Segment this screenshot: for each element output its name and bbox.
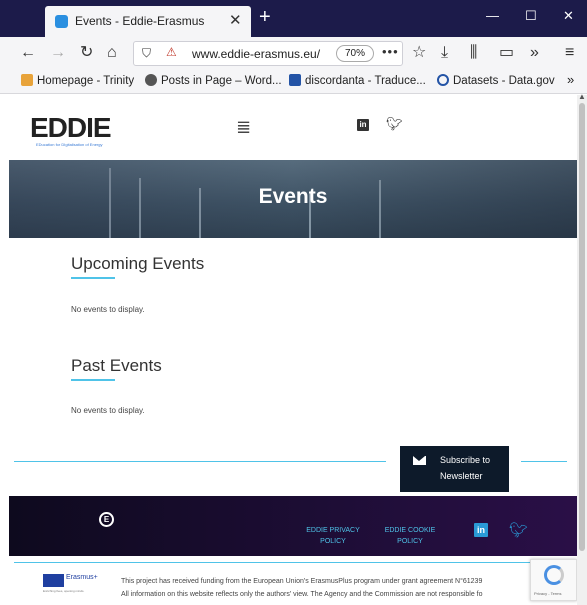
bookmark-label: Datasets - Data.gov	[453, 75, 555, 87]
upcoming-empty-text: No events to display.	[71, 305, 145, 314]
scroll-up-icon[interactable]: ▲	[578, 92, 586, 101]
browser-tab[interactable]: Events - Eddie-Erasmus ✕	[45, 6, 251, 37]
new-tab-icon[interactable]: +	[259, 5, 271, 29]
url-text[interactable]: www.eddie-erasmus.eu/	[192, 47, 320, 61]
datagov-icon	[437, 74, 449, 86]
erasmus-label: Erasmus+	[66, 574, 98, 581]
minimize-icon[interactable]: —	[486, 8, 499, 23]
sidebar-icon[interactable]: ▭	[499, 43, 514, 63]
past-underline	[71, 379, 115, 381]
maximize-icon[interactable]: ☐	[525, 8, 537, 24]
funding-divider	[14, 562, 534, 563]
hero-banner: Events	[9, 160, 577, 238]
shield-icon[interactable]: ⛉	[142, 46, 151, 61]
linkedin-icon[interactable]: in	[357, 119, 369, 131]
trinity-icon	[21, 74, 33, 86]
page-actions-icon[interactable]: •••	[382, 44, 399, 59]
cookie-link-line1: EDDIE COOKIE	[384, 527, 436, 534]
scroll-thumb[interactable]	[579, 103, 585, 551]
footer-linkedin-icon[interactable]: in	[474, 523, 488, 537]
hamburger-menu-icon[interactable]: ≣	[236, 117, 251, 138]
bookmark-datagov[interactable]: Datasets - Data.gov	[437, 74, 555, 87]
divider-line	[14, 461, 386, 462]
funding-text-line2: All information on this website reflects…	[121, 591, 483, 598]
cookie-policy-link[interactable]: EDDIE COOKIE POLICY	[377, 525, 443, 547]
translate-icon	[289, 74, 301, 86]
eddie-logo[interactable]: EDDIE EDucation for DIgitalisation of En…	[30, 112, 175, 148]
forward-icon[interactable]: →	[50, 43, 66, 63]
bookmark-label: discordanta - Traduce...	[305, 75, 426, 87]
bookmark-trinity[interactable]: Homepage - Trinity	[21, 74, 134, 87]
logo-text: EDDIE	[30, 112, 112, 143]
page-scrollbar[interactable]: ▲	[577, 92, 587, 605]
back-icon[interactable]: ←	[20, 43, 36, 63]
funding-notice: Erasmus+ Enriching lives, opening minds.…	[9, 559, 577, 605]
funding-text-line1: This project has received funding from t…	[121, 578, 483, 585]
subscribe-label-line2: Newsletter	[440, 471, 483, 481]
wordpress-icon	[145, 74, 157, 86]
eddie-footer-logo-icon[interactable]: E	[99, 512, 114, 527]
insecure-lock-icon[interactable]: ⚠	[166, 45, 177, 59]
past-events-title: Past Events	[71, 356, 162, 375]
divider-line	[521, 461, 567, 462]
zoom-badge[interactable]: 70%	[336, 45, 374, 62]
past-empty-text: No events to display.	[71, 406, 145, 415]
logo-subtitle: EDucation for DIgitalisation of Energy	[36, 142, 103, 147]
library-icon[interactable]: ⫼	[470, 43, 477, 63]
bookmark-label: Homepage - Trinity	[37, 75, 135, 87]
page-viewport: EDDIE EDucation for DIgitalisation of En…	[0, 95, 577, 605]
tab-title: Events - Eddie-Erasmus	[75, 14, 205, 28]
site-header: EDDIE EDucation for DIgitalisation of En…	[0, 95, 577, 157]
bookmark-star-icon[interactable]: ☆	[412, 43, 426, 63]
twitter-icon[interactable]: 🐦︎	[386, 116, 403, 132]
footer-twitter-icon[interactable]: 🐦︎	[509, 521, 528, 539]
menu-icon[interactable]: ≡	[565, 43, 574, 63]
privacy-policy-link[interactable]: EDDIE PRIVACY POLICY	[298, 525, 368, 547]
cookie-link-line2: POLICY	[397, 538, 423, 545]
bookmark-discordanta[interactable]: discordanta - Traduce...	[289, 74, 426, 87]
reload-icon[interactable]: ↻	[80, 43, 93, 63]
hero-title: Events	[258, 185, 328, 208]
recaptcha-icon	[544, 565, 564, 585]
subscribe-label-line1: Subscribe to	[440, 455, 491, 465]
erasmus-tagline: Enriching lives, opening minds.	[43, 589, 85, 593]
subscribe-newsletter-button[interactable]: Subscribe to Newsletter	[400, 446, 509, 492]
overflow-chevron-icon[interactable]: »	[530, 43, 539, 63]
privacy-link-line1: EDDIE PRIVACY	[306, 527, 360, 534]
close-tab-icon[interactable]: ✕	[229, 11, 242, 29]
eddie-favicon-icon	[55, 15, 68, 28]
envelope-icon	[413, 456, 426, 465]
browser-navbar: ← → ↻ ⌂ ⛉ ⚠ www.eddie-erasmus.eu/ 70% ••…	[0, 37, 587, 70]
download-icon[interactable]: ⤓	[441, 43, 448, 63]
bookmarks-overflow-icon[interactable]: »	[567, 72, 574, 87]
home-icon[interactable]: ⌂	[107, 43, 117, 63]
recaptcha-badge[interactable]: Privacy - Terms	[530, 559, 577, 601]
recaptcha-links[interactable]: Privacy - Terms	[534, 591, 561, 596]
bookmark-label: Posts in Page – Word...	[161, 75, 282, 87]
site-footer: E EDDIE PRIVACY POLICY EDDIE COOKIE POLICY…	[9, 496, 577, 556]
close-window-icon[interactable]: ✕	[563, 8, 574, 24]
upcoming-underline	[71, 277, 115, 279]
url-bar[interactable]: ⛉ ⚠ www.eddie-erasmus.eu/ 70% •••	[133, 41, 403, 66]
bookmark-wordpress[interactable]: Posts in Page – Word...	[145, 74, 282, 87]
upcoming-events-title: Upcoming Events	[71, 254, 205, 273]
eu-flag-icon	[43, 574, 64, 587]
bookmarks-bar: Homepage - Trinity Posts in Page – Word.…	[0, 70, 587, 94]
privacy-link-line2: POLICY	[320, 538, 346, 545]
browser-titlebar: Events - Eddie-Erasmus ✕ + — ☐ ✕	[0, 0, 587, 37]
